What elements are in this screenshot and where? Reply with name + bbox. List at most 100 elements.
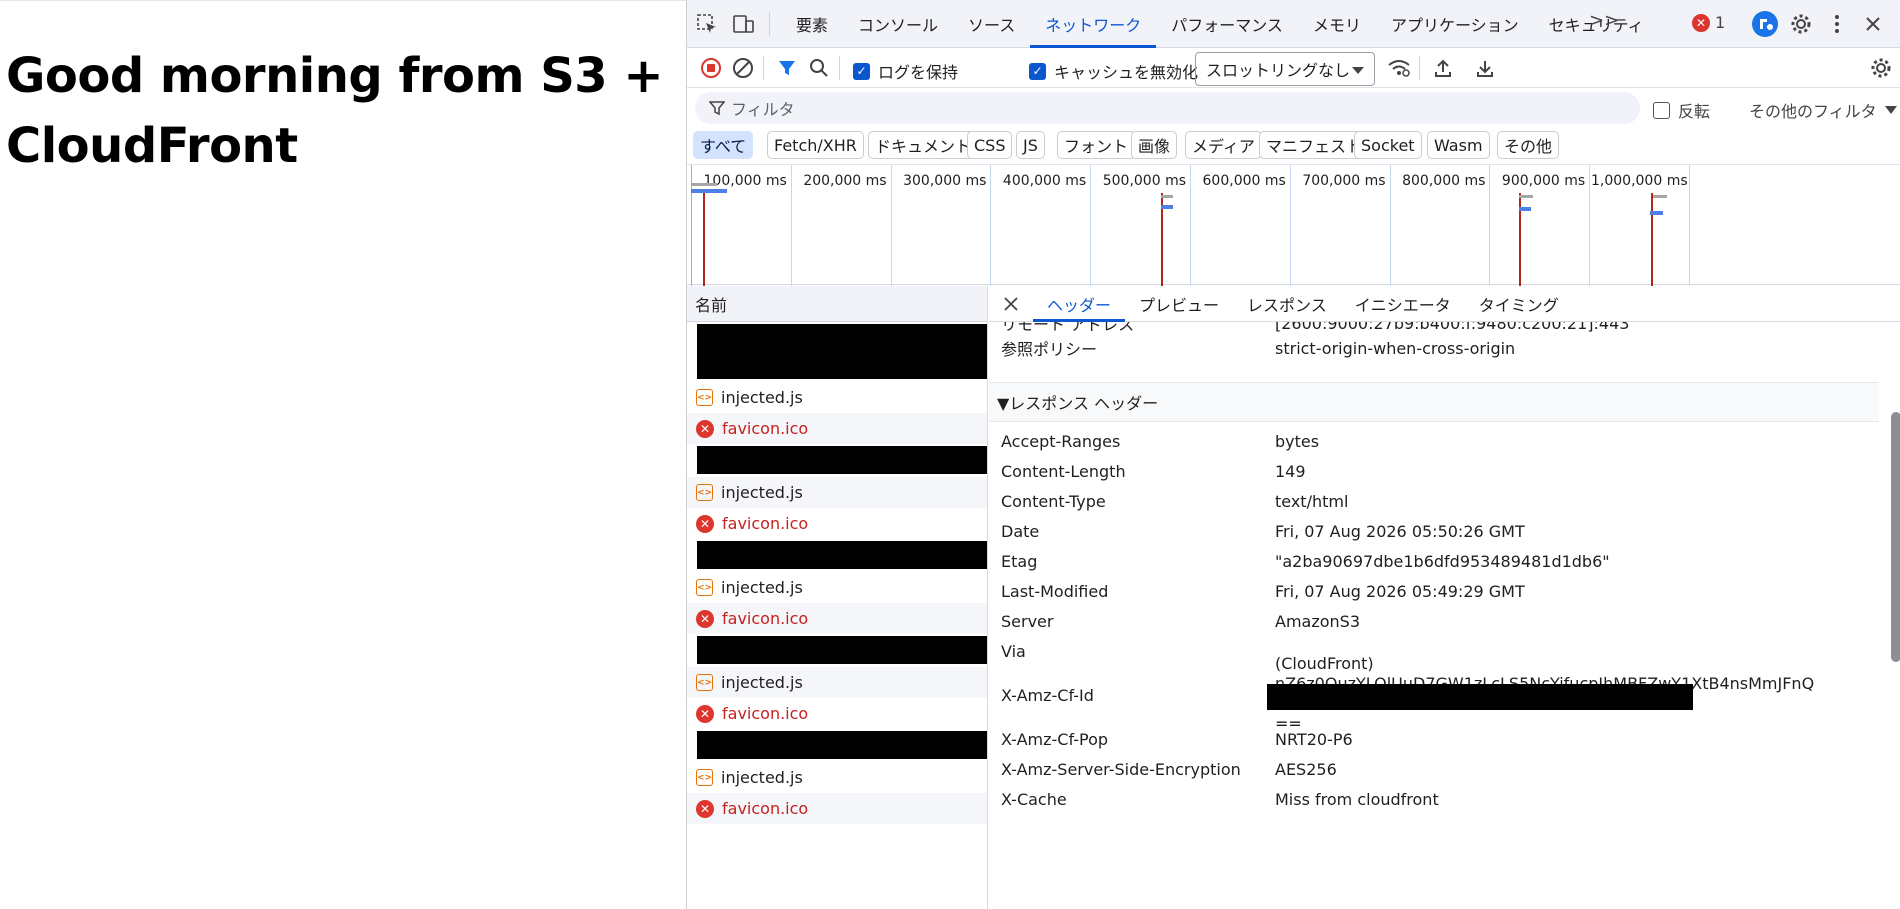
type-filter-all[interactable]: すべて [693,131,754,159]
close-devtools-icon[interactable] [1857,8,1889,40]
request-row[interactable]: ✕ favicon.ico [687,698,987,729]
network-conditions-wifi-icon[interactable] [1383,52,1415,84]
redacted-request-name[interactable] [697,324,987,352]
type-filter-font[interactable]: フォント [1057,131,1136,159]
filter-input[interactable]: フィルタ [695,92,1640,124]
error-count-badge[interactable]: ✕ 1 [1692,13,1725,32]
redacted-request-name[interactable] [697,636,987,664]
request-name: injected.js [721,388,803,407]
request-row[interactable]: ✕ favicon.ico [687,413,987,444]
search-icon[interactable] [803,52,835,84]
redacted-request-name[interactable] [697,731,987,759]
tab-initiator[interactable]: イニシエータ [1341,286,1465,322]
type-filter-css[interactable]: CSS [967,131,1013,159]
type-filter-fetch-xhr[interactable]: Fetch/XHR [767,131,864,159]
request-name: injected.js [721,768,803,787]
network-toolbar: ✓ ログを保持 ✓ キャッシュを無効化 スロットリングなし [687,48,1900,88]
record-stop-icon[interactable] [695,52,727,84]
import-har-upload-icon[interactable] [1427,52,1459,84]
request-row[interactable]: ✕ favicon.ico [687,603,987,634]
throttling-select[interactable]: スロットリングなし [1195,52,1375,86]
name-column-header[interactable]: 名前 [687,286,988,322]
response-header-row: Accept-Ranges bytes [989,426,1879,456]
tab-headers[interactable]: ヘッダー [1033,286,1126,322]
toolbar-divider [839,56,840,80]
tab-memory[interactable]: メモリ [1298,0,1376,48]
toolbar-divider [769,12,770,36]
network-settings-gear-icon[interactable] [1865,52,1897,84]
close-detail-icon[interactable] [989,286,1033,322]
export-har-download-icon[interactable] [1469,52,1501,84]
disable-cache-checkbox[interactable]: ✓ キャッシュを無効化 [1029,59,1198,83]
type-filter-document[interactable]: ドキュメント [868,131,979,159]
header-value: [2600:9000:27b9:b400:f:9480:c200:21]:443 [1275,322,1630,333]
tab-sources[interactable]: ソース [953,0,1030,48]
tab-application[interactable]: アプリケーション [1376,0,1534,48]
request-row[interactable]: ✕ favicon.ico [687,793,987,824]
request-row[interactable]: <> injected.js [687,477,987,508]
request-bar-waiting [1653,195,1667,198]
type-filter-socket[interactable]: Socket [1354,131,1422,159]
tab-elements[interactable]: 要素 [781,0,843,48]
type-filter-image[interactable]: 画像 [1131,131,1178,159]
network-overview-timeline[interactable]: 100,000 ms 200,000 ms 300,000 ms 400,000 ms… [687,164,1900,286]
tab-network[interactable]: ネットワーク [1030,0,1157,48]
timeline-tick-label: 1,000,000 ms [1591,173,1688,189]
kebab-menu-icon[interactable] [1821,8,1853,40]
request-bar-waiting [1519,195,1533,198]
header-key: Etag [1001,551,1038,571]
more-tabs-icon[interactable]: >> [1589,10,1619,31]
type-filter-js[interactable]: JS [1016,131,1045,159]
redacted-request-name[interactable] [697,446,987,474]
response-headers-section-toggle[interactable]: ▼レスポンス ヘッダー [989,382,1879,422]
preserve-log-checkbox[interactable]: ✓ ログを保持 [853,59,958,83]
more-filters-dropdown[interactable]: その他のフィルタ [1749,98,1897,122]
request-name: injected.js [721,578,803,597]
checkbox-checked-icon: ✓ [853,62,870,80]
header-key: Accept-Ranges [1001,431,1121,451]
checkbox-unchecked-icon [1653,101,1670,119]
script-file-icon: <> [696,579,713,596]
header-value: strict-origin-when-cross-origin [1275,338,1516,358]
header-key: X-Cache [1001,789,1067,809]
type-filter-wasm[interactable]: Wasm [1427,131,1490,159]
timeline-tick-label: 400,000 ms [1002,173,1087,189]
header-value-continuation: == [1275,713,1302,733]
request-row[interactable]: <> injected.js [687,667,987,698]
resource-type-filters: すべて Fetch/XHR ドキュメント CSS JS フォント 画像 メディア… [687,128,1900,162]
request-row[interactable]: <> injected.js [687,572,987,603]
request-name: favicon.ico [722,514,809,533]
type-filter-other[interactable]: その他 [1497,131,1560,159]
type-filter-manifest[interactable]: マニフェスト [1259,131,1370,159]
tab-preview[interactable]: プレビュー [1125,286,1233,322]
tab-console[interactable]: コンソール [843,0,953,48]
clear-log-icon[interactable] [727,52,759,84]
redacted-request-name[interactable] [697,351,987,379]
request-row[interactable]: <> injected.js [687,382,987,413]
header-key: Via [1001,641,1026,661]
device-toolbar-icon[interactable] [727,8,759,40]
settings-gear-icon[interactable] [1785,8,1817,40]
ai-assistance-icon[interactable] [1749,8,1781,40]
detail-scrollbar[interactable] [1891,412,1900,662]
header-key: Server [1001,611,1054,631]
error-icon: ✕ [696,799,714,818]
disable-cache-label: キャッシュを無効化 [1054,63,1199,82]
tab-response[interactable]: レスポンス [1233,286,1341,322]
request-row[interactable]: ✕ favicon.ico [687,508,987,539]
type-filter-media[interactable]: メディア [1185,131,1262,159]
invert-checkbox[interactable]: 反転 [1653,98,1710,122]
request-row[interactable]: <> injected.js [687,762,987,793]
request-bar [1650,211,1663,215]
filter-funnel-icon[interactable] [771,52,803,84]
script-file-icon: <> [696,769,713,786]
redacted-request-name[interactable] [697,541,987,569]
header-value: Fri, 07 Aug 2026 05:50:26 GMT [1275,521,1525,541]
timeline-tick-label: 700,000 ms [1302,173,1386,189]
tab-timing[interactable]: タイミング [1465,286,1573,322]
script-file-icon: <> [696,389,713,406]
inspect-element-icon[interactable] [691,8,723,40]
tab-performance[interactable]: パフォーマンス [1156,0,1298,48]
header-key: Content-Type [1001,491,1106,511]
response-header-row: Last-Modified Fri, 07 Aug 2026 05:49:29 G… [989,576,1879,606]
